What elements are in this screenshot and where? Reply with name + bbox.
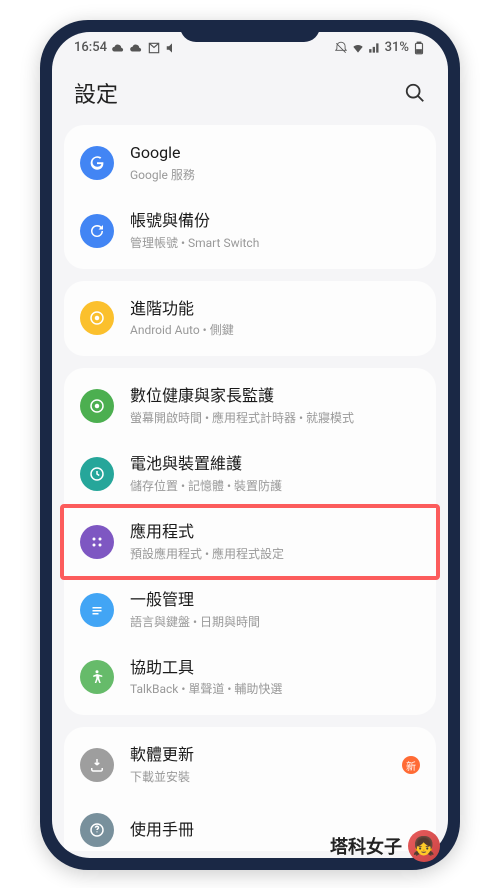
google-icon	[80, 146, 114, 180]
header: 設定	[52, 59, 448, 125]
item-subtitle: 語言與鍵盤 • 日期與時間	[130, 613, 420, 630]
cloud-icon	[111, 41, 125, 55]
manual-icon	[80, 813, 114, 847]
settings-group: 進階功能Android Auto • 側鍵	[64, 281, 436, 357]
item-text: 軟體更新下載並安裝	[130, 745, 394, 785]
item-title: 一般管理	[130, 590, 420, 611]
item-title: Google	[130, 143, 420, 164]
item-subtitle: 螢幕開啟時間 • 應用程式計時器 • 就寢模式	[130, 409, 420, 426]
wellbeing-icon	[80, 389, 114, 423]
backup-icon	[80, 214, 114, 248]
settings-group: Google Google 服務帳號與備份管理帳號 • Smart Switch	[64, 125, 436, 269]
update-icon	[80, 748, 114, 782]
item-title: 數位健康與家長監護	[130, 386, 420, 407]
item-title: 進階功能	[130, 299, 420, 320]
item-text: 電池與裝置維護儲存位置 • 記憶體 • 裝置防護	[130, 454, 420, 494]
battery-icon	[80, 457, 114, 491]
settings-item-backup[interactable]: 帳號與備份管理帳號 • Smart Switch	[64, 197, 436, 265]
settings-item-advanced[interactable]: 進階功能Android Auto • 側鍵	[64, 285, 436, 353]
item-subtitle: 管理帳號 • Smart Switch	[130, 234, 420, 251]
item-title: 軟體更新	[130, 745, 394, 766]
item-subtitle: Android Auto • 側鍵	[130, 321, 420, 338]
phone-screen: 16:54	[52, 32, 448, 858]
cloud-icon	[129, 41, 143, 55]
new-badge: 新	[402, 756, 420, 774]
settings-list[interactable]: Google Google 服務帳號與備份管理帳號 • Smart Switch 進…	[52, 125, 448, 851]
apps-icon	[80, 525, 114, 559]
item-title: 電池與裝置維護	[130, 454, 420, 475]
advanced-icon	[80, 301, 114, 335]
settings-item-update[interactable]: 軟體更新下載並安裝新	[64, 731, 436, 799]
page-title: 設定	[74, 77, 118, 109]
settings-item-general[interactable]: 一般管理語言與鍵盤 • 日期與時間	[64, 576, 436, 644]
settings-item-battery[interactable]: 電池與裝置維護儲存位置 • 記憶體 • 裝置防護	[64, 440, 436, 508]
item-text: Google Google 服務	[130, 143, 420, 183]
phone-frame: 16:54	[40, 20, 460, 870]
search-icon[interactable]	[404, 82, 426, 104]
battery-icon	[412, 41, 426, 55]
item-subtitle: 儲存位置 • 記憶體 • 裝置防護	[130, 477, 420, 494]
item-text: 數位健康與家長監護螢幕開啟時間 • 應用程式計時器 • 就寢模式	[130, 386, 420, 426]
watermark: 塔科女子 👧	[330, 830, 440, 862]
item-text: 帳號與備份管理帳號 • Smart Switch	[130, 211, 420, 251]
settings-item-wellbeing[interactable]: 數位健康與家長監護螢幕開啟時間 • 應用程式計時器 • 就寢模式	[64, 372, 436, 440]
status-time: 16:54	[74, 40, 107, 55]
item-subtitle: 下載並安裝	[130, 768, 394, 785]
general-icon	[80, 593, 114, 627]
item-subtitle: Google 服務	[130, 166, 420, 183]
item-title: 協助工具	[130, 658, 420, 679]
item-text: 協助工具TalkBack • 單聲道 • 輔助快選	[130, 658, 420, 698]
mail-icon	[147, 41, 161, 55]
watermark-text: 塔科女子	[330, 833, 402, 859]
settings-item-google[interactable]: Google Google 服務	[64, 129, 436, 197]
item-text: 進階功能Android Auto • 側鍵	[130, 299, 420, 339]
item-title: 帳號與備份	[130, 211, 420, 232]
accessibility-icon	[80, 660, 114, 694]
item-subtitle: TalkBack • 單聲道 • 輔助快選	[130, 680, 420, 697]
signal-icon	[368, 41, 382, 55]
volume-mute-icon	[165, 41, 179, 55]
mute-icon	[334, 41, 348, 55]
settings-group: 數位健康與家長監護螢幕開啟時間 • 應用程式計時器 • 就寢模式電池與裝置維護儲…	[64, 368, 436, 715]
item-text: 一般管理語言與鍵盤 • 日期與時間	[130, 590, 420, 630]
status-battery: 31%	[385, 40, 409, 55]
item-subtitle: 預設應用程式 • 應用程式設定	[130, 545, 420, 562]
settings-item-apps[interactable]: 應用程式預設應用程式 • 應用程式設定	[60, 504, 440, 580]
item-title: 應用程式	[130, 522, 420, 543]
settings-item-accessibility[interactable]: 協助工具TalkBack • 單聲道 • 輔助快選	[64, 644, 436, 712]
item-text: 應用程式預設應用程式 • 應用程式設定	[130, 522, 420, 562]
wifi-icon	[351, 41, 365, 55]
phone-notch	[180, 20, 320, 42]
watermark-avatar-icon: 👧	[408, 830, 440, 862]
